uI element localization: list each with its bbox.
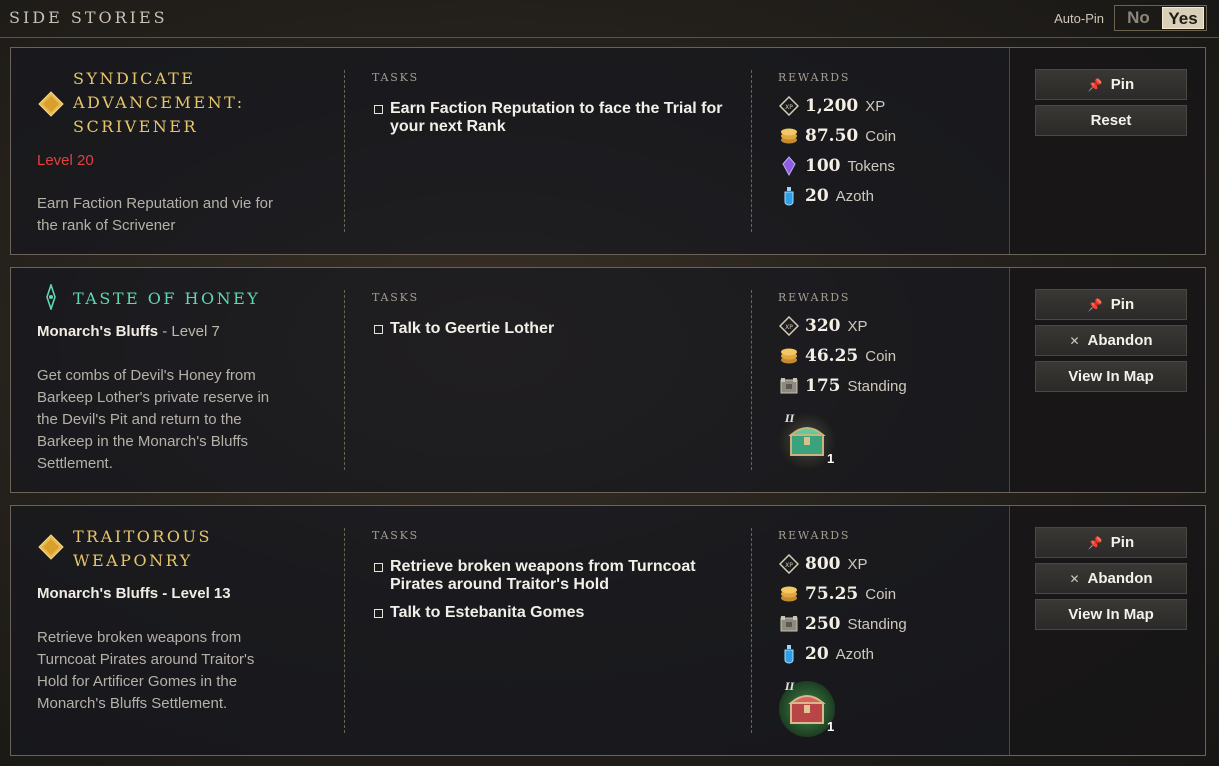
divider [751, 70, 752, 232]
diamond-quest-icon [38, 91, 64, 117]
reward-coin: 46.25 Coin [779, 344, 896, 368]
tasks-label: TASKS [372, 291, 419, 304]
standing-icon [779, 614, 799, 634]
quest-card-traitorous-weaponry[interactable]: TRAITOROUS WEAPONRY Monarch's Bluffs - L… [10, 505, 1206, 756]
reward-xp: XP 1,200 XP [779, 94, 885, 118]
side-stories-header: SIDE STORIES Auto-Pin No Yes [0, 0, 1219, 38]
autopin-control: Auto-Pin No Yes [1054, 5, 1207, 31]
quest-card-syndicate[interactable]: SYNDICATE ADVANCEMENT: SCRIVENER Level 2… [10, 47, 1206, 255]
divider [344, 70, 345, 232]
autopin-label: Auto-Pin [1054, 10, 1104, 26]
coin-icon [779, 126, 799, 146]
tasks-label: TASKS [372, 529, 419, 542]
autopin-no-option[interactable]: No [1115, 6, 1162, 30]
reward-standing: 250 Standing [779, 612, 907, 636]
task-item: Talk to Estebanita Gomes [373, 604, 733, 622]
chest-tier: II [785, 682, 795, 693]
azoth-icon [779, 644, 799, 664]
diamond-quest-icon [38, 534, 64, 560]
chest-tier: II [785, 414, 795, 425]
chest-count: 1 [827, 719, 835, 734]
reward-azoth: 20 Azoth [779, 184, 874, 208]
pin-icon: 📌 [1087, 535, 1103, 550]
autopin-yes-option[interactable]: Yes [1162, 7, 1204, 29]
quest-location-level: Monarch's Bluffs - Level 13 [37, 585, 231, 602]
autopin-toggle: No Yes [1114, 5, 1207, 31]
pin-icon: 📌 [1087, 77, 1103, 92]
coin-icon [779, 584, 799, 604]
divider [751, 528, 752, 733]
page-title: SIDE STORIES [9, 8, 168, 27]
xp-icon: XP [779, 96, 799, 116]
coin-icon [779, 346, 799, 366]
pin-button[interactable]: 📌 Pin [1035, 527, 1187, 558]
reward-chest-icon[interactable]: II 1 [779, 413, 835, 469]
reward-xp: XP 320 XP [779, 314, 868, 338]
divider [344, 290, 345, 470]
xp-icon: XP [779, 316, 799, 336]
svg-text:XP: XP [785, 104, 793, 111]
view-in-map-button[interactable]: View In Map [1035, 361, 1187, 392]
reward-xp: XP 800 XP [779, 552, 868, 576]
quest-title: TASTE OF HONEY [73, 289, 261, 308]
reward-coin: 87.50 Coin [779, 124, 896, 148]
task-item: Talk to Geertie Lother [373, 320, 733, 338]
reset-button[interactable]: Reset [1035, 105, 1187, 136]
reward-azoth: 20 Azoth [779, 642, 874, 666]
quest-description: Retrieve broken weapons from Turncoat Pi… [37, 629, 255, 712]
pin-button[interactable]: 📌 Pin [1035, 69, 1187, 100]
checkbox-icon [374, 325, 383, 334]
reward-coin: 75.25 Coin [779, 582, 896, 606]
pin-button[interactable]: 📌 Pin [1035, 289, 1187, 320]
compass-quest-icon [46, 284, 56, 310]
divider [344, 528, 345, 733]
close-icon: ✕ [1069, 571, 1080, 586]
quest-description: Earn Faction Reputation and vie for the … [37, 195, 273, 234]
task-item: Retrieve broken weapons from Turncoat Pi… [373, 558, 733, 594]
rewards-label: REWARDS [778, 71, 851, 84]
svg-text:XP: XP [785, 324, 793, 331]
xp-icon: XP [779, 554, 799, 574]
token-icon [779, 156, 799, 176]
rewards-label: REWARDS [778, 291, 851, 304]
reward-chest-icon[interactable]: II 1 [779, 681, 835, 737]
task-item: Earn Faction Reputation to face the Tria… [373, 100, 733, 136]
azoth-icon [779, 186, 799, 206]
checkbox-icon [374, 563, 383, 572]
close-icon: ✕ [1069, 333, 1080, 348]
svg-text:XP: XP [785, 562, 793, 569]
checkbox-icon [374, 105, 383, 114]
reward-standing: 175 Standing [779, 374, 907, 398]
checkbox-icon [374, 609, 383, 618]
reward-tokens: 100 Tokens [779, 154, 895, 178]
quest-title: TRAITOROUS WEAPONRY [73, 527, 212, 570]
pin-icon: 📌 [1087, 297, 1103, 312]
standing-icon [779, 376, 799, 396]
abandon-button[interactable]: ✕ Abandon [1035, 563, 1187, 594]
quest-description: Get combs of Devil's Honey from Barkeep … [37, 367, 270, 472]
divider [751, 290, 752, 470]
tasks-label: TASKS [372, 71, 419, 84]
quest-card-taste-of-honey[interactable]: TASTE OF HONEY Monarch's Bluffs - Level … [10, 267, 1206, 493]
chest-count: 1 [827, 451, 835, 466]
quest-title: SYNDICATE ADVANCEMENT: SCRIVENER [73, 69, 245, 136]
abandon-button[interactable]: ✕ Abandon [1035, 325, 1187, 356]
rewards-label: REWARDS [778, 529, 851, 542]
quest-location-level: Monarch's Bluffs - Level 7 [37, 323, 220, 340]
view-in-map-button[interactable]: View In Map [1035, 599, 1187, 630]
quest-level: Level 20 [37, 152, 94, 169]
